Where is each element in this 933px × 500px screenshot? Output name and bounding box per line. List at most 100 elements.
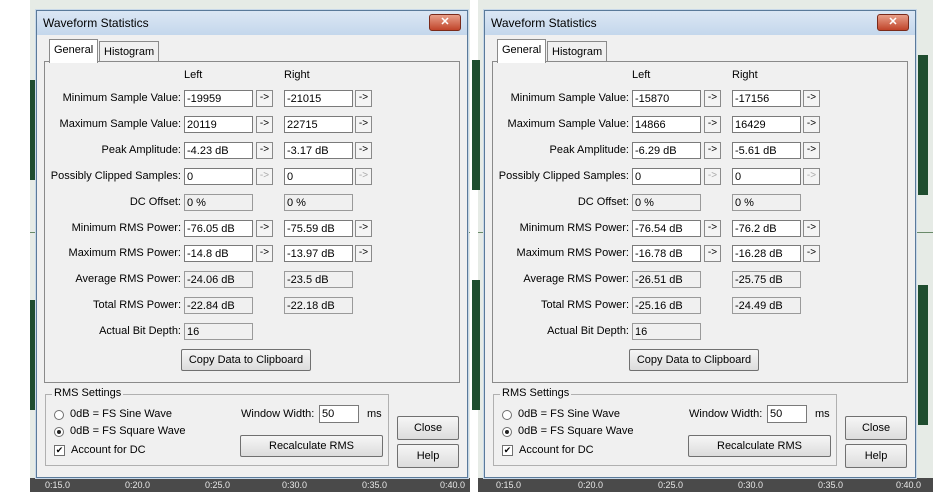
timeline-right[interactable]: 0:15.0 0:20.0 0:25.0 0:30.0 0:35.0 0:40.… [478, 478, 933, 492]
stat-right-value: -76.2 dB [732, 220, 801, 237]
stat-right-value: -24.49 dB [732, 297, 801, 314]
timeline-tick: 0:40.0 [440, 480, 466, 490]
stat-label: Possibly Clipped Samples: [50, 170, 181, 182]
stat-right-value: -75.59 dB [284, 220, 353, 237]
goto-right-arrow-button[interactable]: -> [803, 116, 820, 133]
window-width-label: Window Width: [241, 408, 315, 420]
stat-left-value: -4.23 dB [184, 142, 253, 159]
window-width-input[interactable]: 50 [319, 405, 359, 423]
goto-left-arrow-button[interactable]: -> [256, 220, 273, 237]
waveform-right-edge-2 [918, 285, 928, 425]
title-bar[interactable]: Waveform Statistics ✕ [37, 11, 467, 35]
window-width-unit: ms [367, 408, 382, 420]
sine-wave-label: 0dB = FS Sine Wave [518, 408, 621, 420]
goto-left-arrow-button[interactable]: -> [256, 90, 273, 107]
copy-to-clipboard-button[interactable]: Copy Data to Clipboard [629, 349, 759, 371]
column-header-right: Right [284, 69, 310, 81]
stat-right-value: -13.97 dB [284, 245, 353, 262]
stat-label: Total RMS Power: [540, 299, 629, 311]
timeline-tick: 0:20.0 [125, 480, 151, 490]
goto-left-arrow-button[interactable]: -> [704, 168, 721, 185]
tab-histogram[interactable]: Histogram [99, 41, 160, 62]
goto-left-arrow-button[interactable]: -> [704, 116, 721, 133]
stat-left-value: -22.84 dB [184, 297, 253, 314]
sine-wave-radio[interactable] [54, 410, 64, 420]
stat-left-value: -19959 [184, 90, 253, 107]
goto-right-arrow-button[interactable]: -> [355, 90, 372, 107]
goto-right-arrow-button[interactable]: -> [803, 220, 820, 237]
stat-left-value: -14.8 dB [184, 245, 253, 262]
goto-left-arrow-button[interactable]: -> [704, 142, 721, 159]
tab-histogram[interactable]: Histogram [547, 41, 608, 62]
close-button[interactable]: Close [397, 416, 459, 440]
stat-label: Minimum Sample Value: [510, 92, 629, 104]
stat-label: Maximum RMS Power: [68, 247, 181, 259]
timeline-tick: 0:30.0 [282, 480, 308, 490]
stat-right-value: 16429 [732, 116, 801, 133]
stat-right-value: 0 % [284, 194, 353, 211]
stat-label: Maximum Sample Value: [507, 118, 629, 130]
goto-left-arrow-button[interactable]: -> [256, 142, 273, 159]
square-wave-radio[interactable] [502, 427, 512, 437]
goto-right-arrow-button[interactable]: -> [803, 245, 820, 262]
column-header-left: Left [184, 69, 203, 81]
goto-right-arrow-button[interactable]: -> [355, 220, 372, 237]
goto-left-arrow-button[interactable]: -> [256, 168, 273, 185]
stat-right-value: -3.17 dB [284, 142, 353, 159]
goto-right-arrow-button[interactable]: -> [355, 245, 372, 262]
sine-wave-radio[interactable] [502, 410, 512, 420]
timeline-tick: 0:25.0 [205, 480, 231, 490]
stat-left-value: -15870 [632, 90, 701, 107]
stat-label: Actual Bit Depth: [547, 325, 629, 337]
tab-general[interactable]: General [49, 39, 99, 63]
stat-label: Possibly Clipped Samples: [498, 170, 629, 182]
timeline-tick: 0:20.0 [578, 480, 604, 490]
stat-left-value: -76.54 dB [632, 220, 701, 237]
goto-left-arrow-button[interactable]: -> [256, 116, 273, 133]
waveform-mid-edge [472, 60, 480, 190]
title-bar[interactable]: Waveform Statistics ✕ [485, 11, 915, 35]
goto-right-arrow-button[interactable]: -> [803, 142, 820, 159]
dialog-title: Waveform Statistics [43, 16, 149, 30]
waveform-mid-edge-2 [472, 280, 480, 410]
square-wave-radio[interactable] [54, 427, 64, 437]
account-for-dc-checkbox[interactable]: ✔ [54, 445, 65, 456]
goto-right-arrow-button[interactable]: -> [355, 142, 372, 159]
window-width-input[interactable]: 50 [767, 405, 807, 423]
close-icon[interactable]: ✕ [877, 14, 909, 31]
stat-right-value: 0 [732, 168, 801, 185]
stat-left-value: -24.06 dB [184, 271, 253, 288]
close-icon[interactable]: ✕ [429, 14, 461, 31]
goto-right-arrow-button[interactable]: -> [355, 116, 372, 133]
goto-right-arrow-button[interactable]: -> [355, 168, 372, 185]
goto-left-arrow-button[interactable]: -> [256, 245, 273, 262]
goto-left-arrow-button[interactable]: -> [704, 220, 721, 237]
stat-right-value: 0 % [732, 194, 801, 211]
stat-label: Minimum Sample Value: [62, 92, 181, 104]
goto-left-arrow-button[interactable]: -> [704, 90, 721, 107]
square-wave-label: 0dB = FS Square Wave [518, 425, 634, 437]
help-button[interactable]: Help [845, 444, 907, 468]
window-width-unit: ms [815, 408, 830, 420]
tab-general[interactable]: General [497, 39, 547, 63]
stat-right-value: -21015 [284, 90, 353, 107]
recalculate-rms-button[interactable]: Recalculate RMS [240, 435, 383, 457]
timeline-tick: 0:35.0 [818, 480, 844, 490]
goto-right-arrow-button[interactable]: -> [803, 168, 820, 185]
close-button[interactable]: Close [845, 416, 907, 440]
timeline-left[interactable]: 0:15.0 0:20.0 0:25.0 0:30.0 0:35.0 0:40.… [30, 478, 470, 492]
stat-right-value: -23.5 dB [284, 271, 353, 288]
help-button[interactable]: Help [397, 444, 459, 468]
sine-wave-label: 0dB = FS Sine Wave [70, 408, 173, 420]
account-for-dc-checkbox[interactable]: ✔ [502, 445, 513, 456]
stat-label: DC Offset: [129, 196, 181, 208]
goto-right-arrow-button[interactable]: -> [803, 90, 820, 107]
copy-to-clipboard-button[interactable]: Copy Data to Clipboard [181, 349, 311, 371]
goto-left-arrow-button[interactable]: -> [704, 245, 721, 262]
account-for-dc-label: Account for DC [519, 444, 594, 456]
stat-right-value: -5.61 dB [732, 142, 801, 159]
stat-left-value: 16 [184, 323, 253, 340]
account-for-dc-label: Account for DC [71, 444, 146, 456]
recalculate-rms-button[interactable]: Recalculate RMS [688, 435, 831, 457]
stat-label: Minimum RMS Power: [519, 222, 629, 234]
